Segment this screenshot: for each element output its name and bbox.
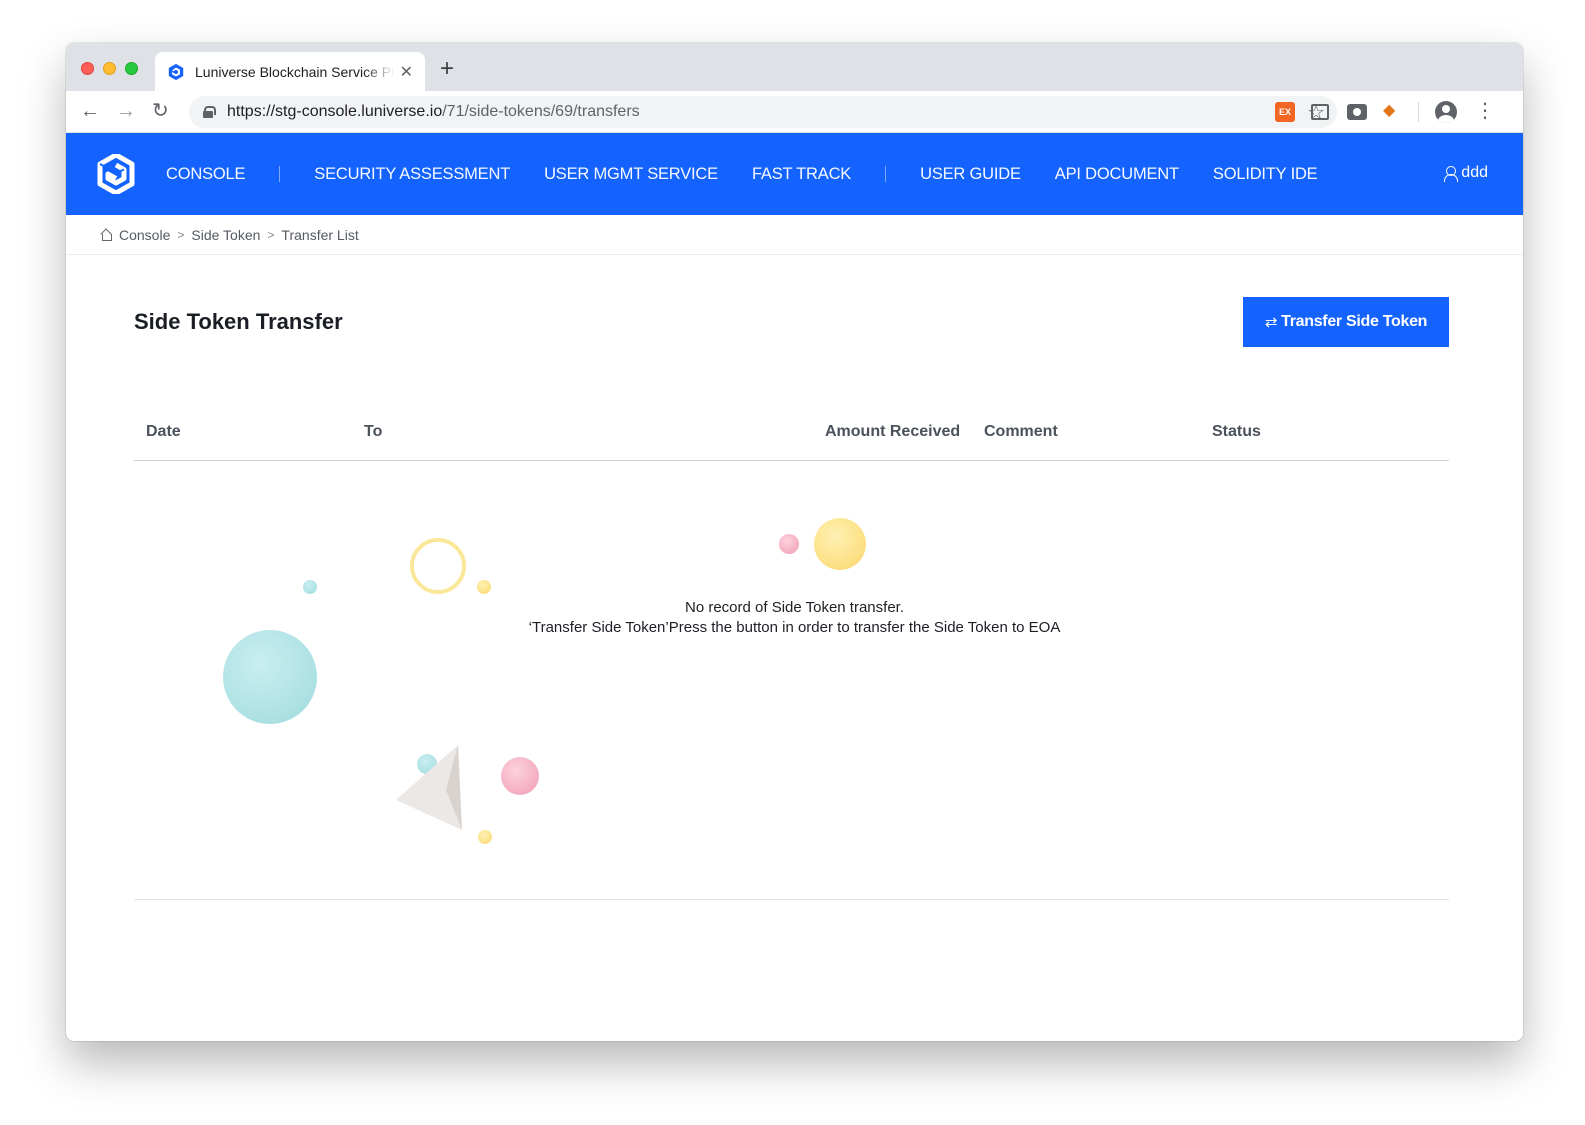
camera-extension-icon[interactable] — [1347, 104, 1367, 120]
empty-state-illustration — [223, 538, 539, 844]
screen-capture-extension-icon[interactable] — [1311, 104, 1329, 120]
chevron-right-icon: > — [267, 227, 275, 242]
user-menu[interactable]: ddd — [1444, 164, 1488, 182]
luniverse-logo-icon[interactable] — [97, 154, 135, 194]
tab-title: Luniverse Blockchain Service Platform — [195, 63, 394, 80]
transfer-side-token-button[interactable]: ⇄ Transfer Side Token — [1243, 297, 1449, 347]
lock-icon[interactable] — [203, 106, 216, 118]
browser-window: Luniverse Blockchain Service Platform ✕ … — [66, 43, 1523, 1041]
url-text[interactable]: https://stg-console.luniverse.io/71/side… — [227, 103, 640, 121]
forward-arrow-icon[interactable]: → — [116, 99, 136, 123]
app-header: CONSOLE SECURITY ASSESSMENT USER MGMT SE… — [66, 133, 1523, 215]
nav-divider — [279, 166, 281, 182]
toolbar-divider — [1418, 102, 1419, 122]
swap-arrows-icon: ⇄ — [1264, 314, 1278, 331]
metamask-fox-icon[interactable]: ◆ — [1383, 100, 1403, 120]
nav-solidity-ide[interactable]: SOLIDITY IDE — [1213, 165, 1318, 184]
table-bottom-border — [134, 899, 1449, 900]
address-bar[interactable]: https://stg-console.luniverse.io/71/side… — [189, 96, 1337, 128]
reload-icon[interactable]: ↻ — [152, 99, 169, 123]
back-arrow-icon[interactable]: ← — [80, 99, 100, 123]
new-tab-icon[interactable]: + — [440, 57, 454, 81]
nav-user-guide[interactable]: USER GUIDE — [920, 165, 1021, 184]
tab-close-icon[interactable]: ✕ — [400, 62, 413, 82]
ex-extension-icon[interactable]: EX — [1275, 102, 1295, 122]
nav-security-assessment[interactable]: SECURITY ASSESSMENT — [314, 165, 510, 184]
home-icon[interactable] — [100, 229, 112, 241]
breadcrumb-transfer-list: Transfer List — [281, 226, 359, 243]
main-nav: CONSOLE SECURITY ASSESSMENT USER MGMT SE… — [166, 133, 1351, 215]
luniverse-favicon-icon — [168, 63, 184, 80]
breadcrumb-console[interactable]: Console — [119, 227, 170, 243]
browser-toolbar: ← → ↻ https://stg-console.luniverse.io/7… — [66, 91, 1523, 133]
nav-fast-track[interactable]: FAST TRACK — [752, 165, 851, 184]
user-name: ddd — [1461, 164, 1488, 181]
transfer-table-header: Date To Amount Received Comment Status — [134, 411, 1449, 461]
chevron-right-icon: > — [177, 227, 185, 242]
empty-state-message: No record of Side Token transfer. ‘Trans… — [66, 598, 1523, 638]
column-header-amount-received[interactable]: Amount Received — [825, 423, 960, 441]
column-header-status[interactable]: Status — [1212, 423, 1261, 441]
tab-strip: Luniverse Blockchain Service Platform ✕ … — [66, 43, 1523, 91]
page-title: Side Token Transfer — [134, 309, 343, 334]
browser-tab-active[interactable]: Luniverse Blockchain Service Platform ✕ — [155, 52, 425, 91]
window-close-button[interactable] — [81, 62, 94, 75]
nav-divider — [885, 166, 887, 182]
nav-user-mgmt-service[interactable]: USER MGMT SERVICE — [544, 165, 718, 184]
window-maximize-button[interactable] — [125, 62, 138, 75]
user-icon — [1444, 166, 1459, 182]
column-header-to[interactable]: To — [364, 423, 382, 441]
browser-menu-icon[interactable]: ⋮ — [1475, 99, 1495, 123]
column-header-date[interactable]: Date — [146, 423, 181, 441]
url-path: /71/side-tokens/69/transfers — [442, 103, 640, 120]
window-minimize-button[interactable] — [103, 62, 116, 75]
empty-state-bubbles — [779, 518, 866, 570]
column-header-comment[interactable]: Comment — [984, 423, 1058, 441]
empty-state-line-1: No record of Side Token transfer. — [684, 599, 904, 616]
profile-avatar-icon[interactable] — [1435, 101, 1457, 123]
url-host: https://stg-console.luniverse.io — [227, 103, 443, 120]
nav-console[interactable]: CONSOLE — [166, 165, 245, 184]
nav-api-document[interactable]: API DOCUMENT — [1055, 165, 1179, 184]
empty-state-line-2: ‘Transfer Side Token’Press the button in… — [528, 619, 1061, 636]
breadcrumb-side-token[interactable]: Side Token — [191, 227, 260, 243]
breadcrumb: Console > Side Token > Transfer List — [66, 215, 1523, 255]
transfer-button-label: Transfer Side Token — [1281, 313, 1428, 330]
